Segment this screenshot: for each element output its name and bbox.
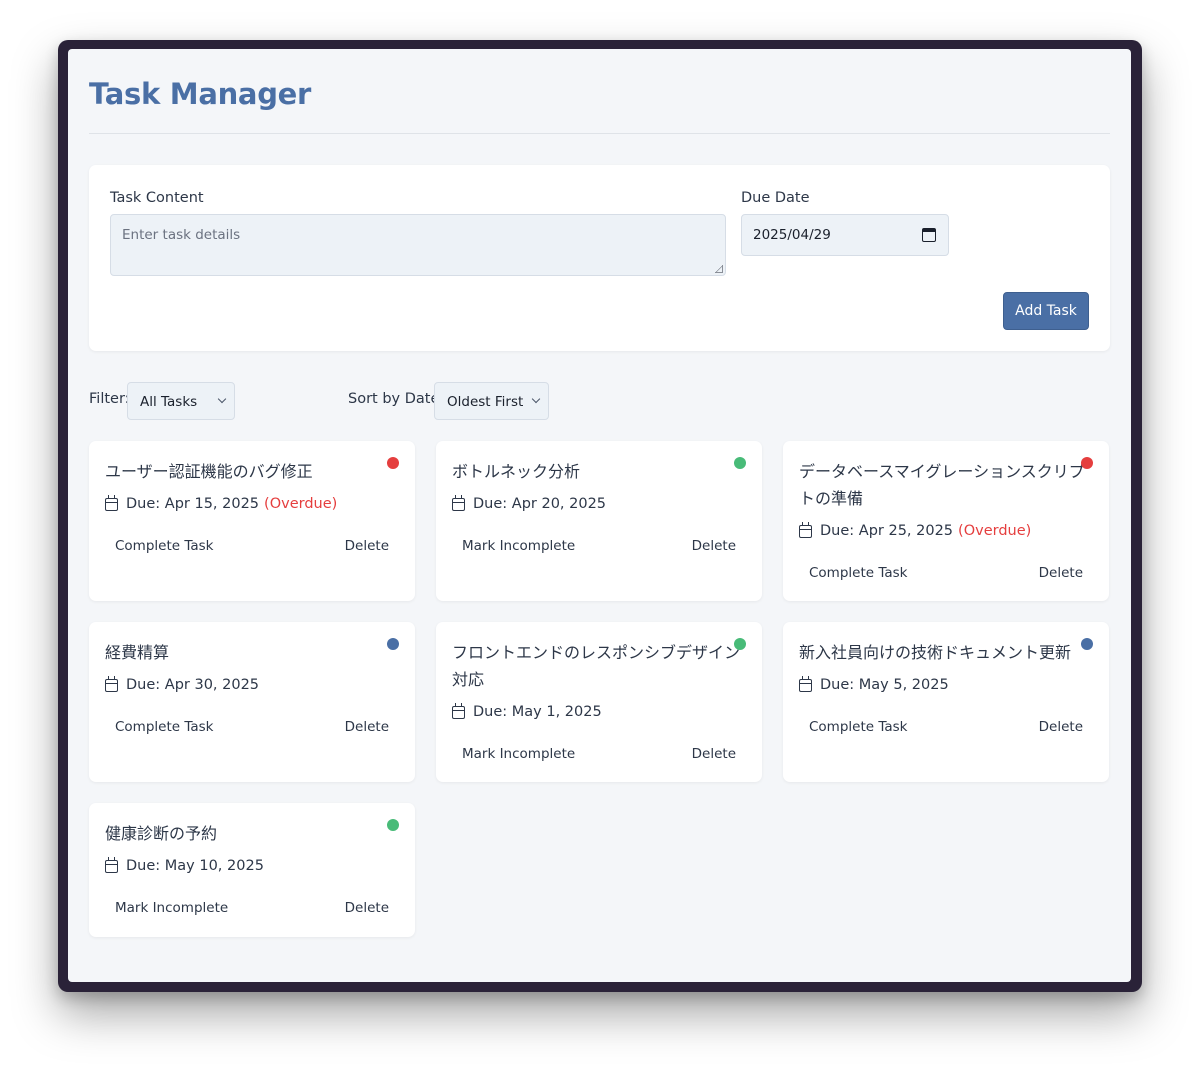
task-card: ユーザー認証機能のバグ修正 Due: Apr 15, 2025 (Overdue… (89, 441, 415, 601)
app-screen: Task Manager Task Content Enter task det… (68, 49, 1131, 982)
overdue-badge: (Overdue) (264, 496, 338, 512)
task-content-label: Task Content (110, 190, 204, 206)
calendar-picker-icon[interactable] (922, 228, 936, 242)
task-due: Due: Apr 20, 2025 (452, 494, 607, 512)
task-due-date: Due: May 1, 2025 (473, 704, 602, 720)
complete-task-button[interactable]: Complete Task (115, 719, 214, 735)
delete-button[interactable]: Delete (692, 746, 736, 762)
task-title: ユーザー認証機能のバグ修正 (105, 462, 313, 481)
title-divider (89, 133, 1110, 134)
status-dot (734, 457, 746, 469)
task-title: データベースマイグレーションスクリプトの準備 (799, 462, 1085, 508)
task-due-date: Due: Apr 20, 2025 (473, 496, 607, 512)
task-card: 健康診断の予約 Due: May 10, 2025 Mark Incomplet… (89, 803, 415, 937)
mark-incomplete-button[interactable]: Mark Incomplete (115, 900, 228, 916)
task-due: Due: Apr 25, 2025 (Overdue) (799, 521, 1032, 539)
calendar-icon (452, 494, 465, 511)
sort-label: Sort by Date: (348, 391, 445, 407)
status-dot (387, 638, 399, 650)
task-form: Task Content Enter task details Due Date… (89, 165, 1110, 351)
status-dot (387, 457, 399, 469)
task-due: Due: Apr 15, 2025 (Overdue) (105, 494, 338, 512)
calendar-icon (799, 521, 812, 538)
calendar-icon (105, 856, 118, 873)
task-card: ボトルネック分析 Due: Apr 20, 2025 Mark Incomple… (436, 441, 762, 601)
chevron-down-icon (217, 394, 227, 404)
task-due-date: Due: Apr 30, 2025 (126, 677, 260, 693)
task-title: フロントエンドのレスポンシブデザイン対応 (452, 643, 741, 689)
complete-task-button[interactable]: Complete Task (809, 565, 908, 581)
task-due-date: Due: Apr 25, 2025 (820, 523, 954, 539)
calendar-icon (105, 675, 118, 692)
task-title: 健康診断の予約 (105, 824, 218, 843)
page-title: Task Manager (89, 77, 312, 111)
task-due: Due: May 1, 2025 (452, 702, 602, 720)
delete-button[interactable]: Delete (345, 538, 389, 554)
resize-grip-icon[interactable] (715, 265, 723, 273)
complete-task-button[interactable]: Complete Task (809, 719, 908, 735)
task-title: 新入社員向けの技術ドキュメント更新 (799, 643, 1072, 662)
task-due-date: Due: May 5, 2025 (820, 677, 949, 693)
task-due: Due: Apr 30, 2025 (105, 675, 260, 693)
delete-button[interactable]: Delete (1039, 719, 1083, 735)
filter-value: All Tasks (140, 394, 198, 410)
filter-select[interactable]: All Tasks (127, 382, 235, 420)
task-due-date: Due: Apr 15, 2025 (126, 496, 260, 512)
delete-button[interactable]: Delete (1039, 565, 1083, 581)
due-date-value: 2025/04/29 (753, 227, 831, 243)
due-date-input[interactable]: 2025/04/29 (741, 214, 949, 256)
delete-button[interactable]: Delete (345, 900, 389, 916)
task-card: データベースマイグレーションスクリプトの準備 Due: Apr 25, 2025… (783, 441, 1109, 601)
status-dot (1081, 457, 1093, 469)
calendar-icon (105, 494, 118, 511)
overdue-badge: (Overdue) (958, 523, 1032, 539)
sort-value: Oldest First (447, 394, 524, 410)
status-dot (1081, 638, 1093, 650)
app-window: Task Manager Task Content Enter task det… (58, 40, 1142, 992)
mark-incomplete-button[interactable]: Mark Incomplete (462, 538, 575, 554)
task-title: ボトルネック分析 (452, 462, 581, 481)
delete-button[interactable]: Delete (692, 538, 736, 554)
task-due: Due: May 10, 2025 (105, 856, 264, 874)
complete-task-button[interactable]: Complete Task (115, 538, 214, 554)
task-due: Due: May 5, 2025 (799, 675, 949, 693)
calendar-icon (799, 675, 812, 692)
task-content-placeholder: Enter task details (122, 227, 241, 243)
task-due-date: Due: May 10, 2025 (126, 858, 264, 874)
add-task-button[interactable]: Add Task (1003, 292, 1089, 330)
sort-select[interactable]: Oldest First (434, 382, 549, 420)
mark-incomplete-button[interactable]: Mark Incomplete (462, 746, 575, 762)
status-dot (734, 638, 746, 650)
delete-button[interactable]: Delete (345, 719, 389, 735)
task-card: フロントエンドのレスポンシブデザイン対応 Due: May 1, 2025 Ma… (436, 622, 762, 782)
filter-label: Filter: (89, 391, 130, 407)
task-content-input[interactable]: Enter task details (110, 214, 726, 276)
chevron-down-icon (531, 394, 541, 404)
due-date-label: Due Date (741, 190, 810, 206)
task-card: 経費精算 Due: Apr 30, 2025 Complete Task Del… (89, 622, 415, 782)
calendar-icon (452, 702, 465, 719)
status-dot (387, 819, 399, 831)
task-title: 経費精算 (105, 643, 170, 662)
task-card: 新入社員向けの技術ドキュメント更新 Due: May 5, 2025 Compl… (783, 622, 1109, 782)
